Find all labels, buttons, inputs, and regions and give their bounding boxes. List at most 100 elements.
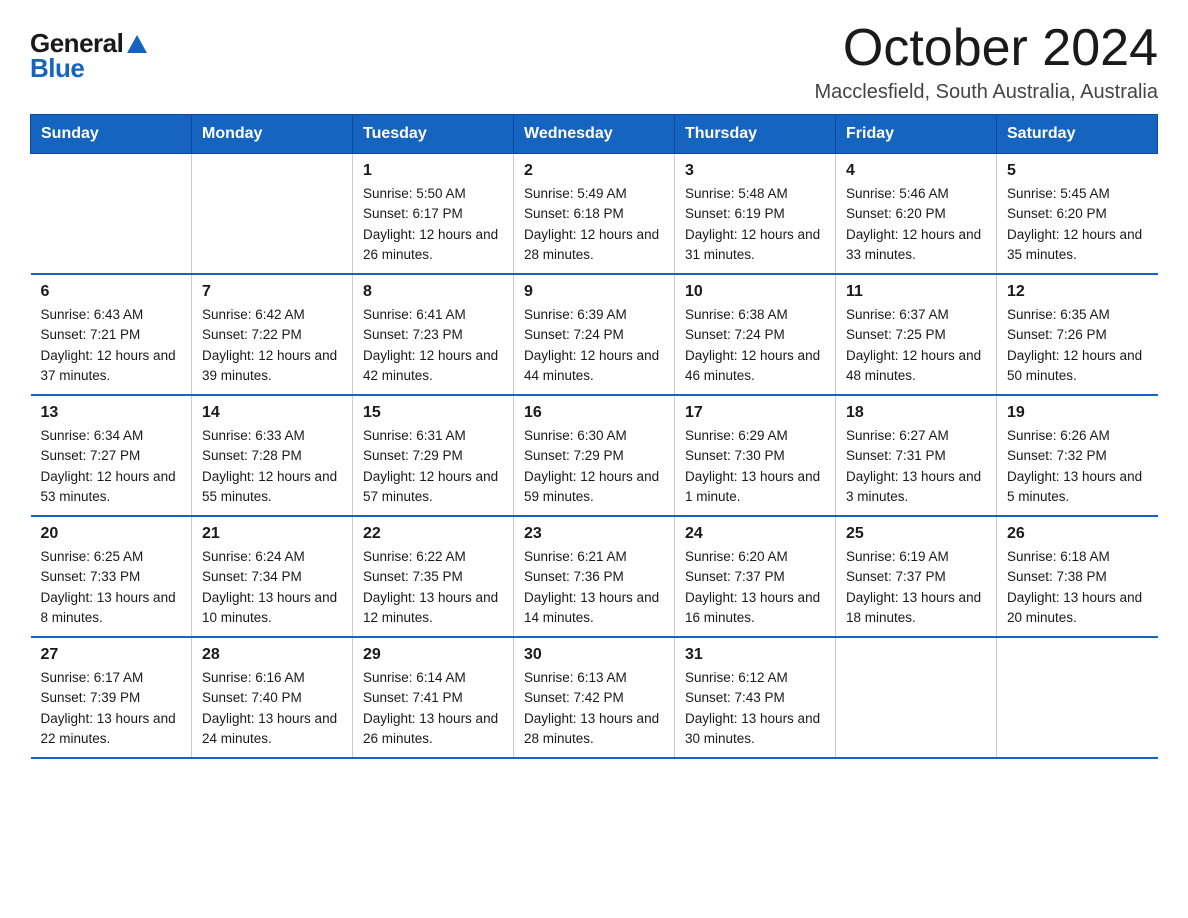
calendar-cell: 14 Sunrise: 6:33 AMSunset: 7:28 PMDayligh… — [192, 395, 353, 516]
day-number: 11 — [846, 283, 986, 301]
calendar-cell: 12 Sunrise: 6:35 AMSunset: 7:26 PMDayligh… — [997, 274, 1158, 395]
weekday-header-sunday: Sunday — [31, 115, 192, 154]
calendar-cell: 24 Sunrise: 6:20 AMSunset: 7:37 PMDayligh… — [675, 516, 836, 637]
calendar-cell: 19 Sunrise: 6:26 AMSunset: 7:32 PMDayligh… — [997, 395, 1158, 516]
day-info: Sunrise: 6:35 AMSunset: 7:26 PMDaylight:… — [1007, 305, 1148, 386]
day-number: 17 — [685, 404, 825, 422]
calendar-cell: 25 Sunrise: 6:19 AMSunset: 7:37 PMDayligh… — [836, 516, 997, 637]
calendar-week-row: 20 Sunrise: 6:25 AMSunset: 7:33 PMDayligh… — [31, 516, 1158, 637]
calendar-cell — [31, 154, 192, 275]
day-number: 21 — [202, 525, 342, 543]
weekday-header-wednesday: Wednesday — [514, 115, 675, 154]
calendar-cell: 17 Sunrise: 6:29 AMSunset: 7:30 PMDayligh… — [675, 395, 836, 516]
day-info: Sunrise: 6:42 AMSunset: 7:22 PMDaylight:… — [202, 305, 342, 386]
page-header: General Blue October 2024 Macclesfield, … — [30, 20, 1158, 104]
calendar-cell: 28 Sunrise: 6:16 AMSunset: 7:40 PMDayligh… — [192, 637, 353, 758]
calendar-week-row: 27Sunrise: 6:17 AMSunset: 7:39 PMDayligh… — [31, 637, 1158, 758]
day-number: 15 — [363, 404, 503, 422]
day-info: Sunrise: 6:30 AMSunset: 7:29 PMDaylight:… — [524, 426, 664, 507]
calendar-cell — [192, 154, 353, 275]
day-info: Sunrise: 6:22 AMSunset: 7:35 PMDaylight:… — [363, 547, 503, 628]
day-number: 12 — [1007, 283, 1148, 301]
weekday-header-friday: Friday — [836, 115, 997, 154]
day-info: Sunrise: 6:12 AMSunset: 7:43 PMDaylight:… — [685, 668, 825, 749]
weekday-header-saturday: Saturday — [997, 115, 1158, 154]
logo-triangle-icon — [127, 35, 147, 53]
calendar-cell: 13Sunrise: 6:34 AMSunset: 7:27 PMDayligh… — [31, 395, 192, 516]
day-info: Sunrise: 6:13 AMSunset: 7:42 PMDaylight:… — [524, 668, 664, 749]
calendar-week-row: 13Sunrise: 6:34 AMSunset: 7:27 PMDayligh… — [31, 395, 1158, 516]
calendar-cell: 16 Sunrise: 6:30 AMSunset: 7:29 PMDayligh… — [514, 395, 675, 516]
day-number: 31 — [685, 646, 825, 664]
day-number: 5 — [1007, 162, 1148, 180]
day-info: Sunrise: 6:29 AMSunset: 7:30 PMDaylight:… — [685, 426, 825, 507]
day-number: 8 — [363, 283, 503, 301]
calendar-cell: 11 Sunrise: 6:37 AMSunset: 7:25 PMDayligh… — [836, 274, 997, 395]
day-info: Sunrise: 5:45 AMSunset: 6:20 PMDaylight:… — [1007, 184, 1148, 265]
day-number: 30 — [524, 646, 664, 664]
day-number: 10 — [685, 283, 825, 301]
day-number: 20 — [41, 525, 182, 543]
day-info: Sunrise: 5:49 AMSunset: 6:18 PMDaylight:… — [524, 184, 664, 265]
day-info: Sunrise: 6:26 AMSunset: 7:32 PMDaylight:… — [1007, 426, 1148, 507]
calendar-cell: 10 Sunrise: 6:38 AMSunset: 7:24 PMDayligh… — [675, 274, 836, 395]
day-info: Sunrise: 6:41 AMSunset: 7:23 PMDaylight:… — [363, 305, 503, 386]
day-number: 26 — [1007, 525, 1148, 543]
calendar-cell: 1Sunrise: 5:50 AMSunset: 6:17 PMDaylight… — [353, 154, 514, 275]
day-number: 16 — [524, 404, 664, 422]
calendar-header-row: SundayMondayTuesdayWednesdayThursdayFrid… — [31, 115, 1158, 154]
weekday-header-tuesday: Tuesday — [353, 115, 514, 154]
day-number: 29 — [363, 646, 503, 664]
day-info: Sunrise: 6:27 AMSunset: 7:31 PMDaylight:… — [846, 426, 986, 507]
day-info: Sunrise: 6:16 AMSunset: 7:40 PMDaylight:… — [202, 668, 342, 749]
day-number: 19 — [1007, 404, 1148, 422]
calendar-cell: 3Sunrise: 5:48 AMSunset: 6:19 PMDaylight… — [675, 154, 836, 275]
day-info: Sunrise: 6:24 AMSunset: 7:34 PMDaylight:… — [202, 547, 342, 628]
weekday-header-monday: Monday — [192, 115, 353, 154]
calendar-table: SundayMondayTuesdayWednesdayThursdayFrid… — [30, 114, 1158, 759]
calendar-cell: 23Sunrise: 6:21 AMSunset: 7:36 PMDayligh… — [514, 516, 675, 637]
calendar-cell: 20 Sunrise: 6:25 AMSunset: 7:33 PMDayligh… — [31, 516, 192, 637]
calendar-cell: 15 Sunrise: 6:31 AMSunset: 7:29 PMDayligh… — [353, 395, 514, 516]
day-number: 14 — [202, 404, 342, 422]
day-info: Sunrise: 6:18 AMSunset: 7:38 PMDaylight:… — [1007, 547, 1148, 628]
day-info: Sunrise: 6:33 AMSunset: 7:28 PMDaylight:… — [202, 426, 342, 507]
calendar-cell: 18Sunrise: 6:27 AMSunset: 7:31 PMDayligh… — [836, 395, 997, 516]
day-info: Sunrise: 6:20 AMSunset: 7:37 PMDaylight:… — [685, 547, 825, 628]
main-title: October 2024 — [814, 20, 1158, 77]
calendar-cell: 26 Sunrise: 6:18 AMSunset: 7:38 PMDayligh… — [997, 516, 1158, 637]
calendar-cell: 6Sunrise: 6:43 AMSunset: 7:21 PMDaylight… — [31, 274, 192, 395]
calendar-cell: 9Sunrise: 6:39 AMSunset: 7:24 PMDaylight… — [514, 274, 675, 395]
calendar-week-row: 6Sunrise: 6:43 AMSunset: 7:21 PMDaylight… — [31, 274, 1158, 395]
day-info: Sunrise: 6:19 AMSunset: 7:37 PMDaylight:… — [846, 547, 986, 628]
calendar-cell: 31 Sunrise: 6:12 AMSunset: 7:43 PMDayligh… — [675, 637, 836, 758]
day-info: Sunrise: 6:38 AMSunset: 7:24 PMDaylight:… — [685, 305, 825, 386]
day-number: 4 — [846, 162, 986, 180]
calendar-cell: 30 Sunrise: 6:13 AMSunset: 7:42 PMDayligh… — [514, 637, 675, 758]
day-number: 22 — [363, 525, 503, 543]
logo-blue-text: Blue — [30, 53, 84, 84]
day-number: 28 — [202, 646, 342, 664]
day-number: 25 — [846, 525, 986, 543]
subtitle: Macclesfield, South Australia, Australia — [814, 81, 1158, 104]
calendar-cell: 4Sunrise: 5:46 AMSunset: 6:20 PMDaylight… — [836, 154, 997, 275]
calendar-cell: 7Sunrise: 6:42 AMSunset: 7:22 PMDaylight… — [192, 274, 353, 395]
day-number: 2 — [524, 162, 664, 180]
day-info: Sunrise: 5:50 AMSunset: 6:17 PMDaylight:… — [363, 184, 503, 265]
day-number: 9 — [524, 283, 664, 301]
calendar-cell: 29Sunrise: 6:14 AMSunset: 7:41 PMDayligh… — [353, 637, 514, 758]
day-number: 6 — [41, 283, 182, 301]
weekday-header-thursday: Thursday — [675, 115, 836, 154]
logo: General Blue — [30, 28, 147, 84]
calendar-cell — [997, 637, 1158, 758]
day-info: Sunrise: 6:37 AMSunset: 7:25 PMDaylight:… — [846, 305, 986, 386]
calendar-week-row: 1Sunrise: 5:50 AMSunset: 6:17 PMDaylight… — [31, 154, 1158, 275]
calendar-cell: 2 Sunrise: 5:49 AMSunset: 6:18 PMDaylight… — [514, 154, 675, 275]
day-info: Sunrise: 6:25 AMSunset: 7:33 PMDaylight:… — [41, 547, 182, 628]
day-number: 24 — [685, 525, 825, 543]
day-info: Sunrise: 6:17 AMSunset: 7:39 PMDaylight:… — [41, 668, 182, 749]
calendar-cell: 22 Sunrise: 6:22 AMSunset: 7:35 PMDayligh… — [353, 516, 514, 637]
day-info: Sunrise: 6:31 AMSunset: 7:29 PMDaylight:… — [363, 426, 503, 507]
day-info: Sunrise: 5:48 AMSunset: 6:19 PMDaylight:… — [685, 184, 825, 265]
title-block: October 2024 Macclesfield, South Austral… — [814, 20, 1158, 104]
